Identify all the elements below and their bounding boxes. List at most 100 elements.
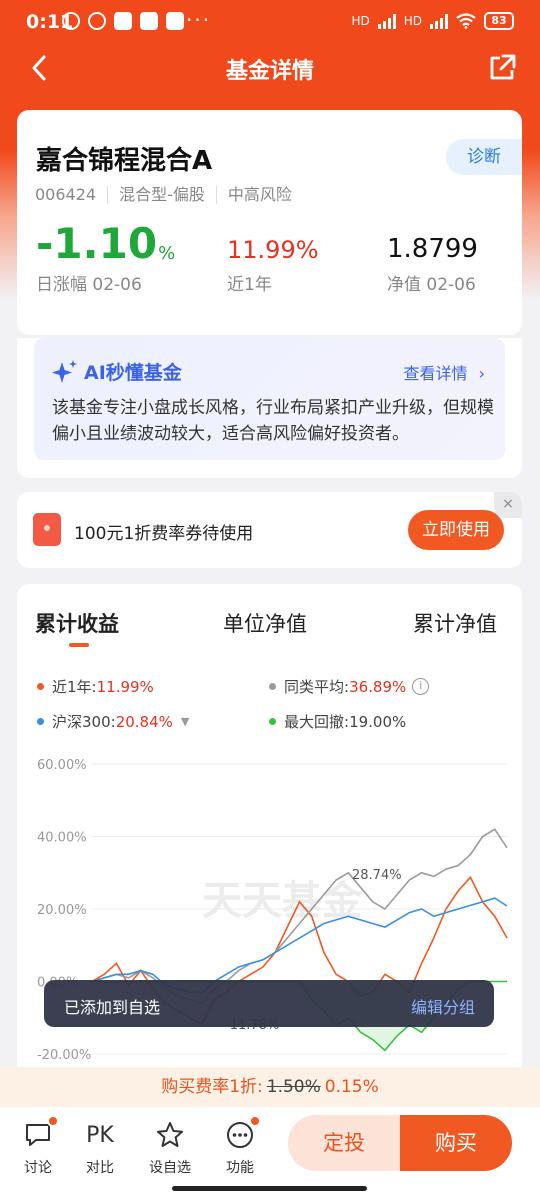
- status-bar: 0:11 ··· HD HD 83: [0, 0, 540, 46]
- discuss-label: 讨论: [24, 1160, 52, 1176]
- function-label: 功能: [226, 1160, 254, 1176]
- app-notification-icon: [140, 12, 158, 30]
- fee-bar: 购买费率1折: 1.50% 0.15%: [0, 1067, 540, 1107]
- ai-more-label: 查看详情: [403, 364, 468, 383]
- home-indicator: [172, 1186, 367, 1191]
- notification-icons: [62, 12, 184, 30]
- legend-value: 19.00%: [349, 712, 407, 731]
- ai-more-link[interactable]: 查看详情 ›: [403, 360, 485, 384]
- app-notification-icon: [166, 12, 184, 30]
- signal-icon: [430, 13, 448, 29]
- chevron-right-icon: ›: [478, 364, 485, 383]
- legend-dot: [269, 683, 276, 690]
- y-tick-label: -20.00%: [37, 1048, 91, 1063]
- fee-old: 1.50%: [266, 1077, 321, 1097]
- notification-badge: [249, 1115, 261, 1127]
- legend-value: 36.89%: [349, 677, 407, 696]
- toast-message: 已添加到自选: [64, 998, 161, 1017]
- legend-dot: [37, 683, 44, 690]
- add-watchlist-button[interactable]: 设自选: [145, 1119, 195, 1177]
- alarm-icon: [88, 12, 106, 30]
- network-type-label: HD: [403, 14, 422, 28]
- daily-change-unit: %: [158, 243, 176, 264]
- more-notifications: ···: [186, 8, 212, 32]
- fund-type: 混合型-偏股: [107, 186, 216, 204]
- legend-csi300: 沪深300: 20.84% ▼: [37, 711, 189, 732]
- tab-cumulative-return[interactable]: 累计收益: [35, 608, 119, 638]
- legend-fund: 近1年: 11.99%: [37, 676, 154, 697]
- dropdown-icon[interactable]: ▼: [181, 715, 189, 728]
- ai-title: AI秒懂基金: [84, 362, 182, 384]
- fund-name: 嘉合锦程混合A: [36, 146, 213, 176]
- coupon-text: 100元1折费率券待使用: [74, 524, 254, 544]
- fund-risk: 中高风险: [215, 186, 303, 204]
- y-tick-label: 60.00%: [37, 758, 87, 773]
- function-button[interactable]: 功能: [215, 1115, 265, 1177]
- daily-change-stat: -1.10 % 日涨幅 02-06: [36, 219, 176, 296]
- buy-button[interactable]: 购买: [400, 1115, 512, 1171]
- fund-code: 006424: [35, 185, 97, 204]
- year-return-stat: 11.99% 近1年: [227, 224, 319, 295]
- signal-icon: [377, 13, 396, 29]
- mute-icon: [62, 12, 80, 30]
- year-return-label: 近1年: [227, 275, 272, 295]
- status-right: HD HD 83: [351, 12, 514, 30]
- nav-bar: 基金详情: [0, 46, 540, 90]
- legend-label: 近1年:: [52, 678, 97, 696]
- chat-icon: [26, 1124, 50, 1146]
- legend-dot: [269, 718, 276, 725]
- legend-value: 20.84%: [115, 712, 173, 731]
- fee-new: 0.15%: [324, 1077, 379, 1097]
- compare-button[interactable]: PK 对比: [75, 1119, 125, 1177]
- star-icon: [157, 1122, 183, 1147]
- edit-group-link[interactable]: 编辑分组: [411, 994, 475, 1018]
- wifi-icon: [456, 13, 476, 29]
- sparkle-icon: [52, 359, 77, 383]
- legend-peer: 同类平均: 36.89% i: [269, 676, 430, 697]
- discuss-button[interactable]: 讨论: [13, 1115, 63, 1177]
- network-type-label: HD: [351, 14, 370, 28]
- watch-label: 设自选: [149, 1160, 191, 1176]
- ai-summary-text: 该基金专注小盘成长风格，行业布局紧扣产业升级，但规模偏小且业绩波动较大，适合高风…: [52, 398, 494, 444]
- tab-unit-nav[interactable]: 单位净值: [223, 608, 307, 638]
- y-tick-label: 20.00%: [37, 903, 87, 918]
- legend-drawdown: 最大回撤: 19.00%: [269, 711, 406, 732]
- pk-icon: PK: [86, 1122, 114, 1148]
- daily-change-value: -1.10: [36, 219, 158, 268]
- active-tab-indicator: [69, 643, 89, 647]
- watermark: 天天基金: [202, 878, 363, 924]
- red-envelope-icon: [33, 513, 61, 546]
- bottom-action-bar: 讨论 PK 对比 设自选 功能 定投 购买: [0, 1107, 540, 1200]
- fee-label: 购买费率1折:: [161, 1077, 263, 1097]
- nav-value: 1.8799: [387, 234, 478, 264]
- notification-badge: [47, 1115, 59, 1127]
- close-icon[interactable]: ×: [494, 492, 522, 518]
- info-icon[interactable]: i: [412, 678, 430, 695]
- y-tick-label: 40.00%: [37, 831, 87, 846]
- use-coupon-button[interactable]: 立即使用: [408, 510, 504, 550]
- fund-tags: 006424 混合型-偏股 中高风险: [35, 186, 303, 204]
- ai-summary-card: AI秒懂基金 查看详情 › 该基金专注小盘成长风格，行业布局紧扣产业升级，但规模…: [17, 338, 522, 478]
- toast: 已添加到自选 编辑分组: [44, 980, 494, 1027]
- coupon-card: 100元1折费率券待使用 立即使用 ×: [17, 492, 522, 568]
- nav-label: 净值 02-06: [387, 275, 476, 295]
- compare-label: 对比: [86, 1160, 114, 1176]
- annotation-max: 28.74%: [352, 868, 402, 883]
- fund-summary-card: 嘉合锦程混合A 诊断 006424 混合型-偏股 中高风险 -1.10 % 日涨…: [17, 110, 522, 335]
- legend-label: 最大回撤:: [284, 713, 350, 731]
- page-title: 基金详情: [225, 59, 314, 84]
- diagnose-button[interactable]: 诊断: [446, 139, 522, 175]
- daily-change-label: 日涨幅 02-06: [36, 275, 142, 295]
- sip-button[interactable]: 定投: [288, 1115, 400, 1171]
- legend-dot: [37, 718, 44, 725]
- share-icon[interactable]: [486, 52, 518, 84]
- legend-value: 11.99%: [96, 677, 154, 696]
- tab-accumulated-nav[interactable]: 累计净值: [413, 608, 497, 638]
- legend-label: 沪深300:: [52, 713, 116, 731]
- nav-stat: 1.8799 净值 02-06: [387, 224, 478, 295]
- ai-summary-box[interactable]: AI秒懂基金 查看详情 › 该基金专注小盘成长风格，行业布局紧扣产业升级，但规模…: [34, 338, 505, 460]
- app-notification-icon: [114, 12, 132, 30]
- year-return-value: 11.99%: [227, 236, 319, 264]
- battery-icon: 83: [484, 12, 514, 30]
- legend-label: 同类平均:: [284, 678, 350, 696]
